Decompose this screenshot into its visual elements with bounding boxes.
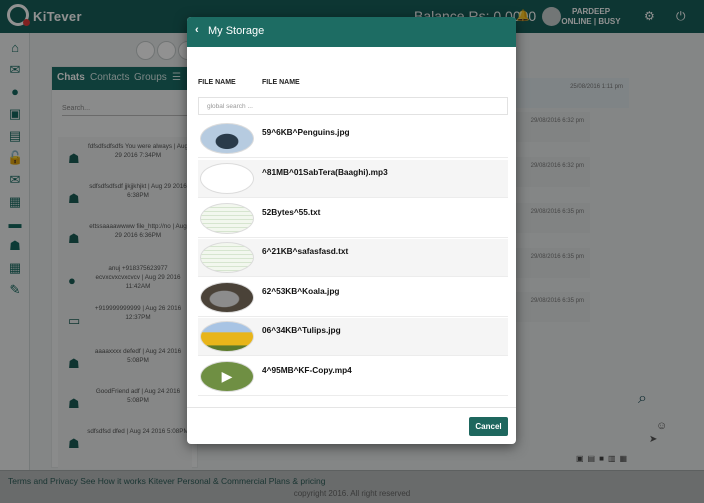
column-header-thumb: FILE NAME [198, 79, 236, 86]
file-name: 52Bytes^55.txt [262, 207, 321, 217]
file-row[interactable]: 62^53KB^Koala.jpg [198, 279, 508, 317]
video-icon: ▶ [200, 361, 254, 392]
modal-header: ‹ My Storage [187, 17, 516, 47]
file-row[interactable]: ▶ 4^95MB^KF-Copy.mp4 [198, 358, 508, 396]
file-name: 62^53KB^Koala.jpg [262, 286, 340, 296]
column-header-name: FILE NAME [262, 79, 300, 86]
file-name: 06^34KB^Tulips.jpg [262, 325, 341, 335]
chevron-left-icon[interactable]: ‹ [195, 24, 199, 36]
file-thumbnail [200, 321, 254, 352]
modal-divider [187, 407, 516, 408]
file-thumbnail [200, 123, 254, 154]
global-search-input[interactable]: global search ... [198, 97, 508, 115]
file-thumbnail [200, 163, 254, 194]
file-thumbnail [200, 282, 254, 313]
file-row[interactable]: 06^34KB^Tulips.jpg [198, 318, 508, 356]
file-name: 59^6KB^Penguins.jpg [262, 127, 350, 137]
file-thumbnail [200, 242, 254, 273]
file-row[interactable]: 59^6KB^Penguins.jpg [198, 120, 508, 158]
storage-modal: ‹ My Storage FILE NAME FILE NAME global … [187, 17, 516, 444]
file-row[interactable]: 52Bytes^55.txt [198, 200, 508, 238]
cancel-button[interactable]: Cancel [469, 417, 508, 436]
file-name: ^81MB^01SabTera(Baaghi).mp3 [262, 167, 388, 177]
file-row[interactable]: ^81MB^01SabTera(Baaghi).mp3 [198, 160, 508, 198]
modal-title: My Storage [208, 25, 265, 37]
file-thumbnail [200, 203, 254, 234]
file-row[interactable]: 6^21KB^safasfasd.txt [198, 239, 508, 277]
file-name: 6^21KB^safasfasd.txt [262, 246, 349, 256]
file-name: 4^95MB^KF-Copy.mp4 [262, 365, 352, 375]
